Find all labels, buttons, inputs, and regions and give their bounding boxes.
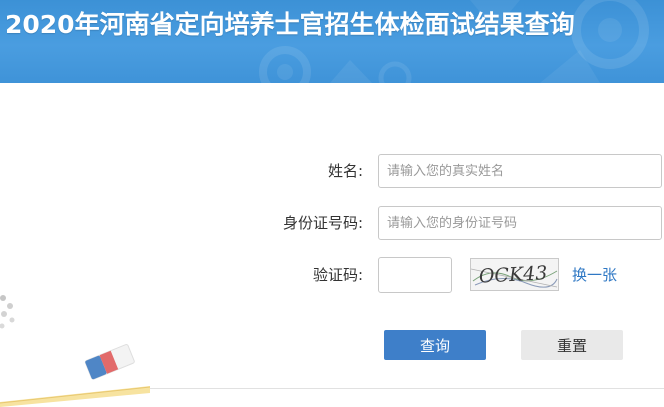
captcha-label: 验证码:: [312, 266, 363, 284]
captcha-graphic: OCK43: [470, 262, 558, 288]
id-number-label: 身份证号码:: [282, 214, 363, 232]
stationery-decoration: [0, 295, 150, 407]
captcha-image[interactable]: OCK43: [470, 258, 559, 291]
divider: [150, 388, 664, 389]
name-label: 姓名:: [327, 162, 363, 180]
refresh-captcha-link[interactable]: 换一张: [572, 264, 617, 285]
captcha-input[interactable]: [378, 257, 452, 293]
name-input[interactable]: [378, 154, 662, 188]
query-button[interactable]: 查询: [384, 330, 486, 360]
id-number-input[interactable]: [378, 206, 662, 240]
header-banner: 2020年河南省定向培养士官招生体检面试结果查询: [0, 0, 664, 83]
page-title: 2020年河南省定向培养士官招生体检面试结果查询: [5, 10, 575, 39]
captcha-text: OCK43: [478, 262, 548, 288]
reset-button[interactable]: 重置: [521, 330, 623, 360]
